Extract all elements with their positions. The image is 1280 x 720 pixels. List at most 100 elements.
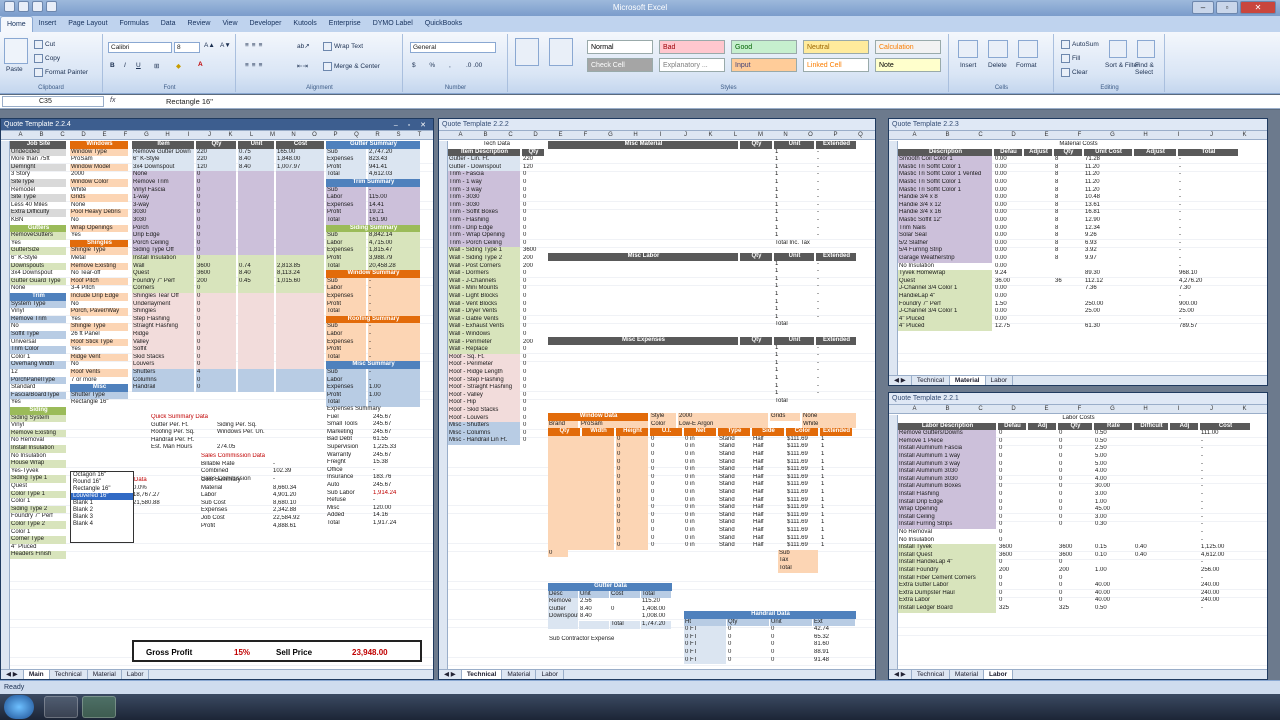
bold-button[interactable]: B [110, 62, 115, 69]
column-header[interactable]: A [10, 132, 31, 138]
labor-cell[interactable] [1028, 567, 1056, 575]
misc-panel-cell[interactable]: - [816, 268, 856, 276]
column-header[interactable]: D [523, 132, 548, 138]
item-qty-cell[interactable]: 0 [196, 201, 236, 210]
cell-style-input[interactable]: Input [731, 58, 797, 72]
labor-cell[interactable] [1028, 552, 1056, 560]
window-setting-cell[interactable]: No [70, 217, 128, 225]
misc-panel-cell[interactable] [548, 156, 738, 164]
tech-qty[interactable]: 0 [522, 316, 544, 324]
tech-qty[interactable]: 0 [522, 437, 544, 445]
dropdown-option[interactable]: Louvered 16" [71, 493, 133, 500]
material-cell[interactable] [1134, 171, 1176, 179]
column-header[interactable]: B [31, 132, 52, 138]
cell-style-calculation[interactable]: Calculation [875, 40, 941, 54]
sheet-tab-material[interactable]: Material [88, 670, 122, 679]
column-header[interactable]: L [241, 132, 262, 138]
misc-panel-cell[interactable] [740, 352, 772, 360]
sheet-tab-labor[interactable]: Labor [984, 670, 1014, 679]
find-select-icon[interactable] [1137, 40, 1155, 58]
tech-qty[interactable]: 0 [522, 293, 544, 301]
handrail-cell[interactable]: 0 [770, 634, 812, 642]
sheet-nav-arrows-icon[interactable]: ◀ ▶ [439, 670, 462, 679]
tech-qty[interactable]: 0 [522, 217, 544, 225]
number-format-select[interactable]: General [410, 42, 496, 53]
labor-cell[interactable] [1170, 430, 1198, 438]
ribbon-tab-insert[interactable]: Insert [33, 16, 63, 32]
misc-panel-cell[interactable]: 1 [774, 225, 814, 233]
column-header[interactable]: R [367, 132, 388, 138]
misc-panel-cell[interactable] [548, 283, 738, 291]
item-qty-cell[interactable]: 0 [196, 194, 236, 202]
job-setting-cell[interactable]: Color 1 [10, 529, 66, 537]
job-setting-cell[interactable]: Vinyl [10, 422, 66, 430]
labor-cell[interactable] [1028, 499, 1056, 507]
misc-panel-cell[interactable]: - [816, 171, 856, 179]
misc-panel-cell[interactable]: 1 [774, 360, 814, 368]
column-header[interactable]: A [898, 132, 931, 138]
item-qty-cell[interactable]: 0 [196, 179, 236, 187]
window-row-input[interactable] [548, 458, 614, 467]
material-cell[interactable] [1024, 255, 1052, 263]
column-header[interactable]: H [1129, 132, 1162, 138]
item-qty-cell[interactable]: 0 [196, 224, 236, 233]
misc-panel-cell[interactable] [740, 225, 772, 233]
column-header[interactable]: N [773, 132, 798, 138]
misc-panel-cell[interactable] [740, 268, 772, 276]
item-qty-cell[interactable]: 0 [196, 384, 236, 392]
misc-panel-cell[interactable] [548, 375, 738, 383]
job-setting-cell[interactable]: Remove Trim [10, 315, 66, 324]
labor-cell[interactable] [1170, 476, 1198, 484]
labor-cell[interactable] [1170, 552, 1198, 560]
window-color-value[interactable]: Low-E Argon [678, 420, 768, 429]
cell-style-neutral[interactable]: Neutral [803, 40, 869, 54]
material-cell[interactable] [1134, 247, 1176, 255]
tech-qty[interactable]: 0 [522, 194, 544, 202]
misc-panel-cell[interactable] [548, 194, 738, 202]
column-header[interactable]: F [1063, 132, 1096, 138]
job-setting-cell[interactable]: Siding Type 1 [10, 475, 66, 483]
handrail-cell[interactable]: 0 [770, 657, 812, 665]
material-cell[interactable] [1134, 156, 1176, 164]
item-qty-cell[interactable]: 0 [196, 232, 236, 240]
material-cell[interactable] [1134, 187, 1176, 195]
misc-panel-cell[interactable] [548, 179, 738, 187]
material-cell[interactable] [1024, 179, 1052, 187]
dropdown-option[interactable]: Round 16" [71, 479, 133, 486]
material-cell[interactable] [1024, 209, 1052, 217]
handrail-cell[interactable]: 0 [727, 626, 769, 634]
misc-panel-cell[interactable] [548, 306, 738, 314]
job-setting-cell[interactable]: Siding System [10, 414, 66, 423]
window-style-value[interactable]: 2000 [678, 413, 768, 421]
material-cell[interactable] [1134, 232, 1176, 240]
item-qty-cell[interactable]: 0 [196, 331, 236, 339]
misc-panel-cell[interactable] [548, 345, 738, 353]
misc-panel-cell[interactable] [740, 164, 772, 172]
column-header[interactable]: K [1228, 132, 1261, 138]
column-header[interactable]: K [220, 132, 241, 138]
handrail-cell[interactable]: 42.74 [813, 626, 855, 634]
labor-cell[interactable] [1170, 438, 1198, 446]
font-color-icon[interactable]: A [198, 61, 203, 68]
job-setting-cell[interactable]: Fascia/BoardType [10, 391, 66, 400]
material-cell[interactable] [1024, 285, 1052, 293]
misc-panel-cell[interactable] [548, 276, 738, 284]
misc-panel-cell[interactable]: 1 [774, 390, 814, 398]
job-setting-cell[interactable]: Site Type [10, 194, 66, 202]
tech-qty[interactable]: 0 [522, 179, 544, 187]
misc-panel-cell[interactable] [740, 299, 772, 307]
misc-panel-cell[interactable]: - [816, 232, 856, 240]
labor-cell[interactable] [1170, 590, 1198, 598]
column-header[interactable]: I [1162, 406, 1195, 412]
material-cell[interactable] [1024, 232, 1052, 240]
misc-panel-cell[interactable]: 1 [774, 306, 814, 314]
column-header[interactable]: D [997, 132, 1030, 138]
tech-qty[interactable]: 0 [522, 361, 544, 369]
material-cell[interactable] [1134, 217, 1176, 225]
misc-panel-cell[interactable]: - [816, 179, 856, 187]
window-setting-cell[interactable]: Window Color [70, 179, 128, 187]
labor-cell[interactable] [1170, 499, 1198, 507]
window-row-input[interactable] [548, 534, 614, 543]
handrail-cell[interactable]: 0 [727, 657, 769, 665]
labor-cell[interactable] [1028, 445, 1056, 453]
